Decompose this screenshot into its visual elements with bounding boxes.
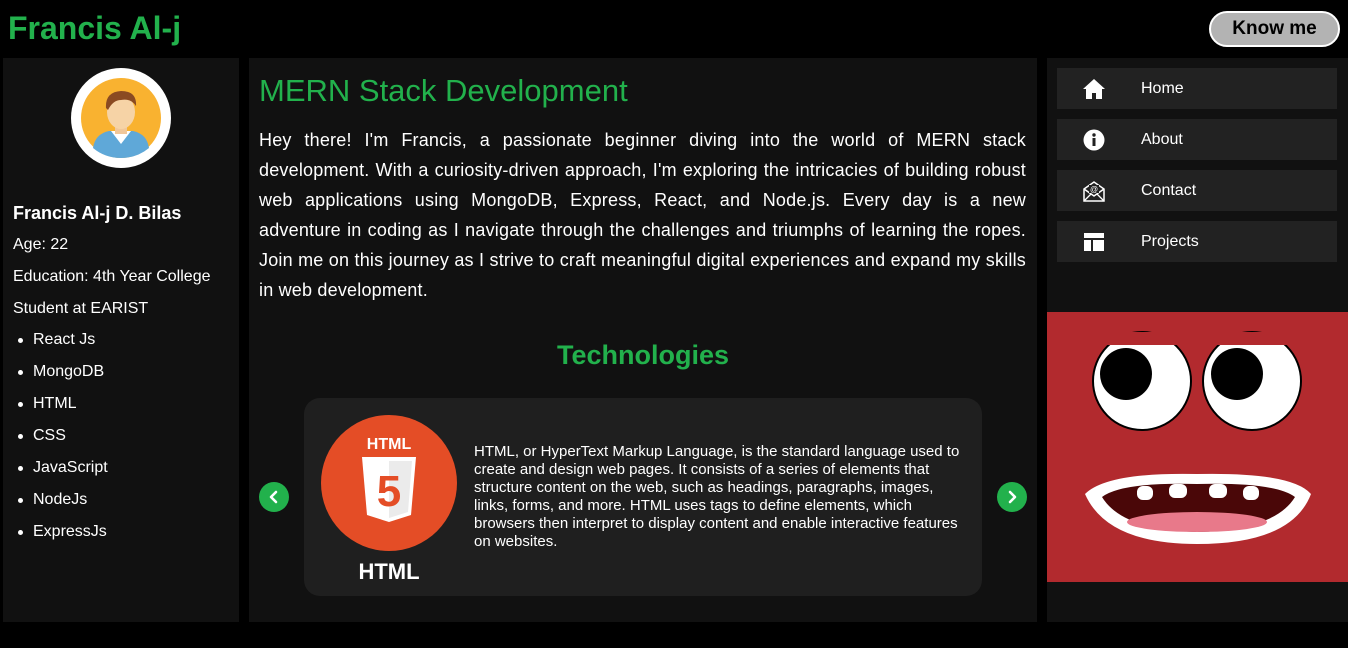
html5-logo-text: HTML <box>367 436 412 453</box>
know-me-button[interactable]: Know me <box>1209 11 1340 47</box>
nav-item-home[interactable]: Home <box>1057 68 1337 109</box>
info-icon <box>1082 128 1106 152</box>
technology-name: HTML <box>358 559 420 584</box>
nav-panel: Home About @ Contact Projects <box>1047 58 1348 622</box>
technology-card: HTML 5 HTML HTML, or HyperText Markup La… <box>304 398 982 596</box>
skill-item: MongoDB <box>13 361 108 393</box>
intro-text: Hey there! I'm Francis, a passionate beg… <box>259 130 1026 300</box>
skill-item: ExpressJs <box>13 521 108 553</box>
monster-illustration <box>1047 312 1348 582</box>
skills-list: React Js MongoDB HTML CSS JavaScript Nod… <box>13 329 108 553</box>
skill-item: NodeJs <box>13 489 108 521</box>
user-avatar-icon <box>81 78 161 158</box>
layout-icon <box>1082 230 1106 254</box>
main-panel: MERN Stack Development Hey there! I'm Fr… <box>249 58 1037 622</box>
profile-school: Student at EARIST <box>13 300 149 317</box>
nav-label: About <box>1141 130 1183 148</box>
nav-item-contact[interactable]: @ Contact <box>1057 170 1337 211</box>
skill-item: React Js <box>13 329 108 361</box>
skill-item: HTML <box>13 393 108 425</box>
nav-label: Contact <box>1141 181 1197 199</box>
nav-item-about[interactable]: About <box>1057 119 1337 160</box>
profile-age: Age: 22 <box>13 236 69 253</box>
chevron-left-icon <box>269 490 278 504</box>
page-title: MERN Stack Development <box>259 73 628 108</box>
carousel-next-button[interactable] <box>997 482 1027 512</box>
html5-icon: HTML 5 <box>362 436 416 522</box>
technologies-heading: Technologies <box>556 340 730 370</box>
html5-logo-number: 5 <box>377 467 401 516</box>
cartoon-face-icon <box>1047 312 1348 582</box>
nav-label: Home <box>1141 79 1184 97</box>
avatar <box>71 68 171 168</box>
svg-text:@: @ <box>1090 185 1098 194</box>
technology-description: HTML, or HyperText Markup Language, is t… <box>474 443 960 550</box>
profile-education: Education: 4th Year College <box>13 268 211 285</box>
html5-logo: HTML 5 <box>321 415 457 551</box>
brand-title[interactable]: Francis Al-j <box>8 10 181 47</box>
mail-icon: @ <box>1082 179 1106 203</box>
profile-name: Francis Al-j D. Bilas <box>13 203 182 223</box>
skill-item: CSS <box>13 425 108 457</box>
skill-item: JavaScript <box>13 457 108 489</box>
nav-item-projects[interactable]: Projects <box>1057 221 1337 262</box>
profile-panel: Francis Al-j D. Bilas Age: 22 Education:… <box>3 58 239 622</box>
chevron-right-icon <box>1008 490 1017 504</box>
carousel-prev-button[interactable] <box>259 482 289 512</box>
home-icon <box>1082 77 1106 101</box>
nav-label: Projects <box>1141 232 1199 250</box>
